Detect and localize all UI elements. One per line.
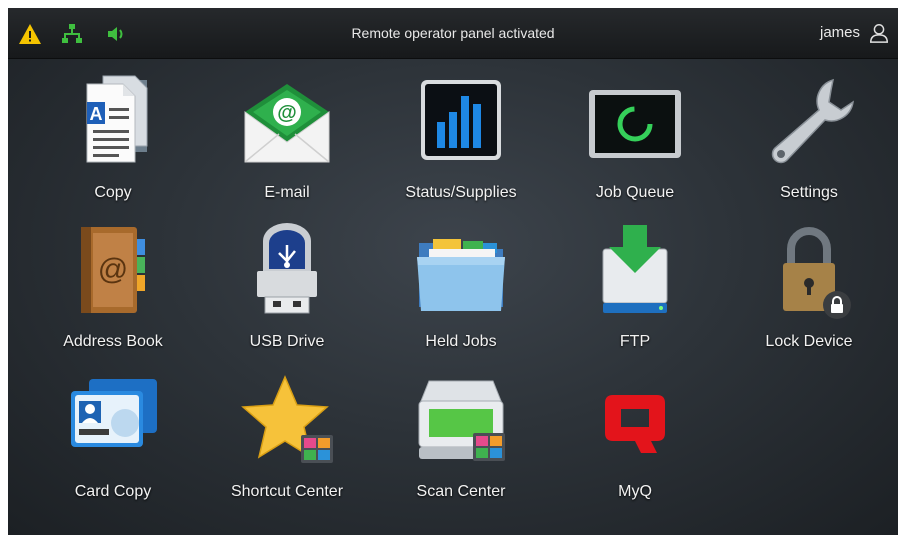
app-scan-center[interactable]: Scan Center [381, 371, 541, 507]
app-label: Copy [94, 184, 132, 201]
app-address-book[interactable]: @ Address Book [33, 221, 193, 357]
wrench-icon [771, 78, 854, 164]
star-icon [241, 375, 333, 463]
app-label: Held Jobs [425, 333, 497, 350]
status-message: Remote operator panel activated [351, 25, 555, 41]
app-held-jobs[interactable]: Held Jobs [381, 221, 541, 357]
user-icon[interactable] [868, 22, 890, 44]
app-myq[interactable]: MyQ [555, 371, 715, 507]
app-label: Lock Device [765, 333, 853, 350]
app-email[interactable]: @ E-mail [207, 72, 367, 208]
app-usb-drive[interactable]: USB Drive [207, 221, 367, 357]
user-name[interactable]: james [820, 24, 860, 41]
app-card-copy[interactable]: Card Copy [33, 371, 193, 507]
copy-icon: A [86, 75, 148, 163]
top-status-bar: Remote operator panel activated james [8, 8, 898, 59]
app-label: Status/Supplies [405, 184, 517, 201]
usb-drive-icon [257, 223, 317, 314]
email-icon: @ [244, 84, 330, 163]
address-book-icon: @ [81, 227, 145, 313]
svg-text:@: @ [277, 102, 297, 124]
status-supplies-icon [421, 80, 501, 160]
home-screen: Remote operator panel activated james A … [8, 8, 898, 535]
job-queue-icon [589, 90, 681, 158]
app-shortcut-center[interactable]: Shortcut Center [207, 371, 367, 507]
app-label: MyQ [618, 483, 652, 500]
app-settings[interactable]: Settings [729, 72, 889, 208]
app-label: E-mail [264, 184, 310, 201]
app-label: FTP [619, 333, 651, 350]
ftp-icon [602, 225, 668, 313]
app-label: Scan Center [416, 483, 506, 500]
app-label: Settings [780, 184, 838, 201]
app-lock-device[interactable]: Lock Device [729, 221, 889, 357]
app-label: USB Drive [249, 333, 325, 350]
svg-text:A: A [90, 104, 103, 124]
padlock-icon [783, 227, 851, 319]
svg-text:@: @ [98, 253, 128, 286]
app-label: Card Copy [74, 483, 152, 500]
myq-logo-icon [605, 395, 665, 453]
app-label: Address Book [63, 333, 163, 350]
app-copy[interactable]: A Copy [33, 72, 193, 208]
app-job-queue[interactable]: Job Queue [555, 72, 715, 208]
folder-icon [417, 239, 505, 311]
app-ftp[interactable]: FTP [555, 221, 715, 357]
app-status-supplies[interactable]: Status/Supplies [381, 72, 541, 208]
app-label: Job Queue [595, 184, 675, 201]
id-card-icon [71, 379, 157, 447]
app-label: Shortcut Center [230, 483, 344, 500]
scanner-icon [418, 380, 505, 461]
